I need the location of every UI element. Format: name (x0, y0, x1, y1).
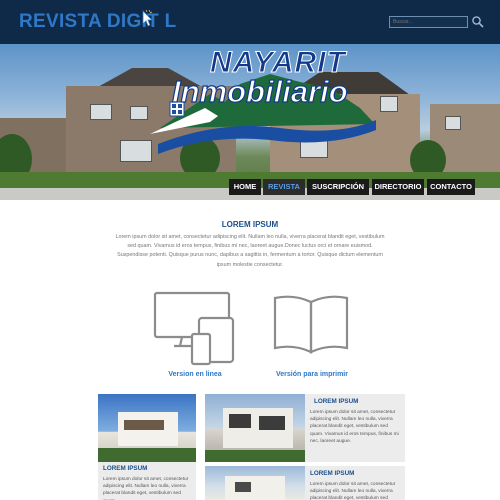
card-text: Lorem ipsum dolor sit amet, consectetur … (310, 410, 399, 444)
nav-home[interactable]: HOME (229, 179, 261, 195)
card-image[interactable] (205, 466, 305, 500)
card-title: LOREM IPSUM (310, 470, 355, 477)
search-icon[interactable] (471, 15, 485, 29)
online-version-link[interactable]: Version en linea (150, 371, 240, 378)
section-title: LOREM IPSUM (221, 220, 279, 229)
card-text: Lorem ipsum dolor sit amet, consectetur … (310, 482, 396, 500)
nav-suscripcion[interactable]: SUSCRIPCIÓN (307, 179, 369, 195)
print-version-link[interactable]: Versión para imprimir (262, 371, 362, 378)
open-book-icon[interactable] (272, 292, 350, 356)
search-input[interactable] (389, 16, 468, 28)
nav-contacto[interactable]: CONTACTO (427, 179, 475, 195)
top-header: REVISTA DIGIT L (0, 0, 500, 44)
brand-subtitle: Inmobiliario (171, 73, 348, 109)
card-image[interactable] (205, 394, 305, 462)
devices-icon[interactable] (152, 290, 236, 366)
card-title: LOREM IPSUM (314, 398, 359, 405)
card-title: LOREM IPSUM (103, 465, 148, 472)
card-text: Lorem ipsum dolor sit amet, consectetur … (103, 477, 189, 500)
intro-text: Lorem ipsum dolor sit amet, consectetur … (115, 234, 385, 268)
card-image[interactable] (98, 394, 196, 462)
cursor-icon (142, 9, 153, 27)
nav-revista[interactable]: REVISTA (263, 179, 305, 195)
nav-directorio[interactable]: DIRECTORIO (372, 179, 424, 195)
